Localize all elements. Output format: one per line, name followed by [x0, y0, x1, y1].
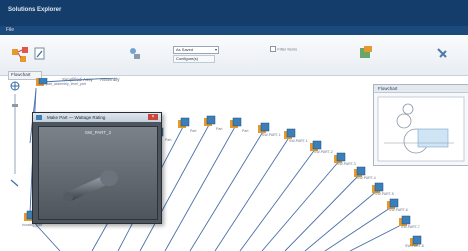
- node-label: SW-PART-2: [314, 150, 333, 154]
- node-label: Part: [165, 138, 172, 142]
- chevron-down-icon: ▾: [214, 47, 217, 52]
- zoom-slider-thumb[interactable]: [12, 104, 18, 107]
- flowchart-tool-icon[interactable]: [12, 47, 30, 63]
- settings-tool-icon[interactable]: [436, 47, 450, 61]
- node-label: Part: [242, 129, 249, 133]
- title-bar: Solutions Explorer: [0, 0, 468, 26]
- node[interactable]: [283, 128, 296, 140]
- node-label: SW-PART-6: [389, 208, 408, 212]
- node[interactable]: [257, 122, 270, 134]
- node-label: Part: [216, 127, 223, 131]
- popup-title: Make Part — Wattage Rating: [47, 115, 106, 120]
- filter-checkbox[interactable]: Filter Items: [270, 46, 297, 52]
- bolt-model-image: [63, 170, 118, 202]
- popup-caption-bar[interactable]: Make Part — Wattage Rating ×: [33, 113, 161, 122]
- root-node-label: part_assembly_level_part: [46, 82, 86, 86]
- node-label: SW-PART-4: [357, 176, 376, 180]
- app-icon: [36, 115, 42, 120]
- filter-tool-icon[interactable]: [128, 47, 142, 61]
- node[interactable]: [203, 115, 216, 127]
- menu-file[interactable]: File: [6, 27, 14, 33]
- node-label: SW-PART-3: [337, 162, 356, 166]
- select-tool-icon[interactable]: [10, 179, 19, 187]
- preview-diagram: [377, 96, 465, 162]
- page-tool-icon[interactable]: [34, 47, 46, 61]
- preview-panel: Flowchart: [373, 84, 468, 166]
- preview-viewport[interactable]: [417, 128, 449, 148]
- display-mode-select[interactable]: As Saved ▾: [173, 46, 219, 54]
- node-label: SW-PART-7: [401, 225, 420, 229]
- preview-header: Flowchart: [374, 85, 468, 93]
- node[interactable]: [229, 117, 242, 129]
- node-label: SW-PART-1: [262, 133, 281, 137]
- pan-icon[interactable]: [10, 81, 20, 91]
- node-label: SW-PART-8: [405, 244, 424, 248]
- main-toolbar: As Saved ▾ Configure(s) Filter Items: [0, 35, 468, 76]
- node-label: Part: [190, 129, 197, 133]
- view-tools: [8, 80, 22, 190]
- node[interactable]: [177, 117, 190, 129]
- configuration-select[interactable]: Configure(s): [173, 55, 215, 63]
- add-part-icon[interactable]: [358, 45, 374, 61]
- close-icon[interactable]: ×: [148, 114, 158, 120]
- preview-title: Flowchart: [378, 86, 398, 91]
- model-viewport[interactable]: SW_PART_2: [38, 126, 158, 220]
- window-title: Solutions Explorer: [8, 7, 62, 13]
- part-preview-window[interactable]: Make Part — Wattage Rating × SW_PART_2: [32, 112, 162, 224]
- view-tools-icons: [10, 81, 20, 187]
- menu-bar: File: [0, 26, 468, 35]
- node-label: SW-PART-5: [375, 192, 394, 196]
- model-title: SW_PART_2: [84, 130, 112, 135]
- node-label: SW-PART-1: [289, 139, 308, 143]
